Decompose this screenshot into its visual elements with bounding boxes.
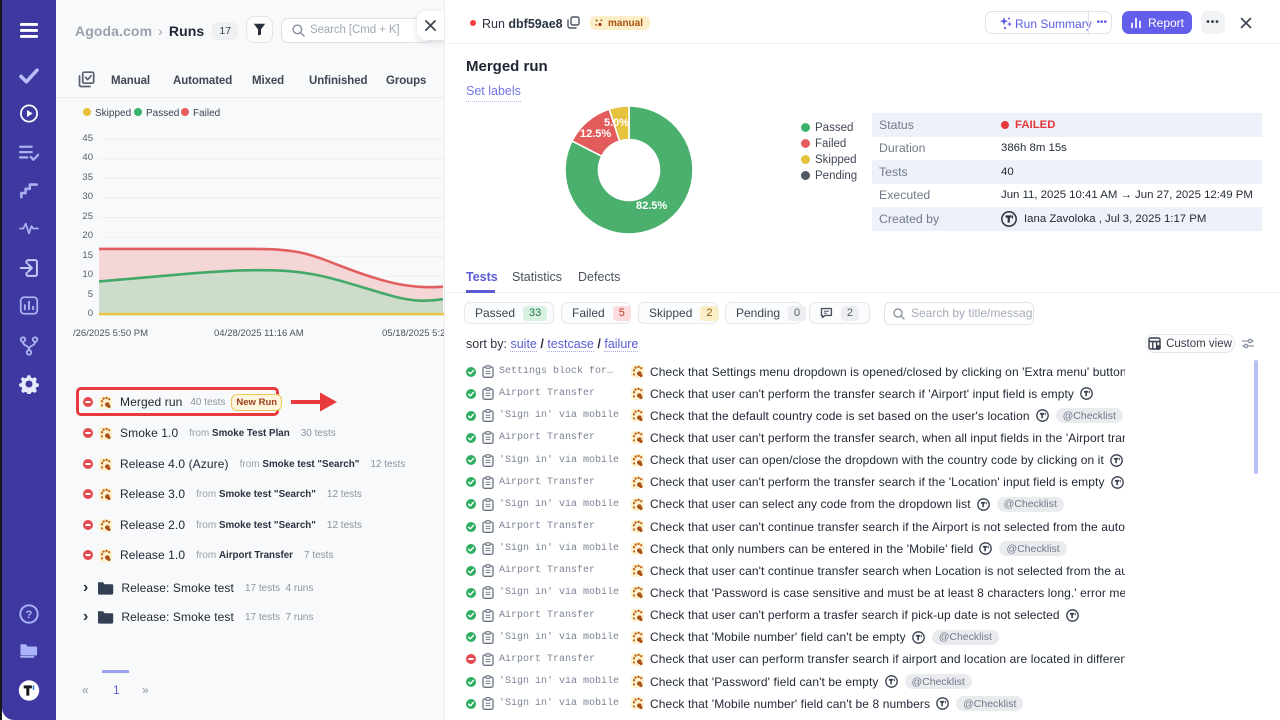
svg-text:?: ? [26,609,33,621]
